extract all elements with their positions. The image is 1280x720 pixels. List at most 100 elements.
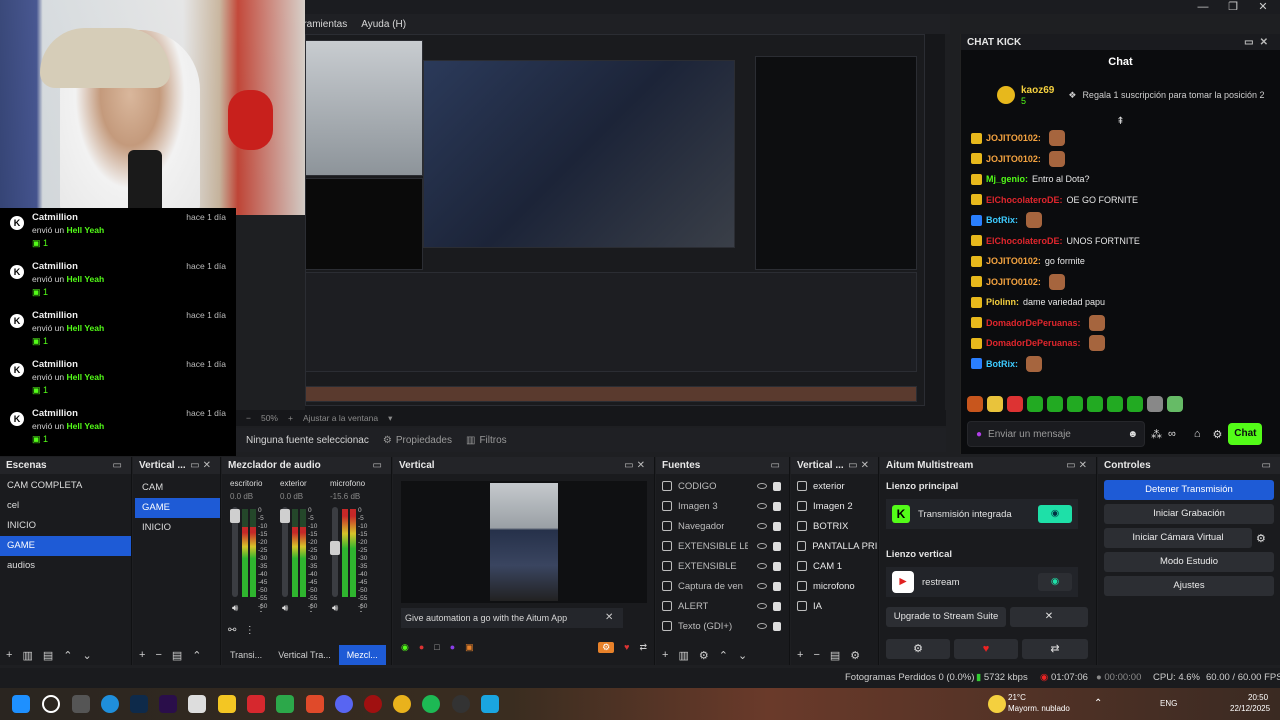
stop-icon[interactable]: □: [434, 642, 439, 652]
vertical-output-toggle[interactable]: ◉: [1038, 573, 1072, 591]
source-item[interactable]: IA: [791, 596, 878, 616]
emote[interactable]: [1107, 396, 1123, 412]
premiere-icon[interactable]: [159, 695, 177, 713]
photoshop-icon[interactable]: [130, 695, 148, 713]
menu-tools[interactable]: rramientas: [300, 19, 347, 30]
scene-item[interactable]: cel: [0, 496, 131, 516]
source-item[interactable]: Imagen 2: [791, 496, 878, 516]
dock-float-icon[interactable]: ▭: [1262, 460, 1274, 471]
scene-item[interactable]: audios: [0, 556, 131, 576]
source-item[interactable]: Captura de ven: [656, 576, 789, 596]
volume-slider-handle[interactable]: [330, 541, 340, 555]
chat-username[interactable]: DomadorDePeruanas:: [986, 338, 1081, 348]
lock-icon[interactable]: [773, 581, 781, 591]
brave-icon[interactable]: [306, 695, 324, 713]
chat-message-input[interactable]: ● Enviar un mensaje ☻: [967, 421, 1145, 447]
main-output-toggle[interactable]: ◉: [1038, 505, 1072, 523]
app-icon[interactable]: [247, 695, 265, 713]
move-up-icon[interactable]: ⌃: [63, 649, 72, 662]
source-item[interactable]: microfono: [791, 576, 878, 596]
folder-icon[interactable]: [218, 695, 236, 713]
emote[interactable]: [987, 396, 1003, 412]
vertical-canvas[interactable]: [401, 481, 647, 603]
maximize-button[interactable]: ❐: [1218, 0, 1248, 14]
emote[interactable]: [1127, 396, 1143, 412]
more-icon[interactable]: ⋮: [356, 603, 366, 614]
stream-icon[interactable]: ◉: [401, 642, 409, 653]
move-up-icon[interactable]: ⌃: [719, 649, 728, 662]
source-item[interactable]: Navegador: [656, 516, 789, 536]
visibility-icon[interactable]: [757, 583, 767, 589]
more-icon[interactable]: ⋮: [306, 603, 316, 614]
dock-float-icon[interactable]: ▭: [373, 460, 385, 471]
emote[interactable]: [1087, 396, 1103, 412]
chevron-down-icon[interactable]: ▾: [388, 413, 392, 424]
visibility-icon[interactable]: [757, 563, 767, 569]
visibility-icon[interactable]: [757, 503, 767, 509]
filter-icon[interactable]: ▤: [830, 649, 840, 662]
emote[interactable]: [1007, 396, 1023, 412]
trash-icon[interactable]: ▥: [678, 649, 688, 662]
start-recording-button[interactable]: Iniciar Grabación: [1104, 504, 1274, 524]
remove-icon[interactable]: −: [155, 649, 161, 661]
users-icon[interactable]: ⁂: [1151, 428, 1162, 441]
minimize-button[interactable]: —: [1188, 0, 1218, 14]
visibility-icon[interactable]: [757, 543, 767, 549]
visibility-icon[interactable]: [757, 483, 767, 489]
volume-slider-handle[interactable]: [280, 509, 290, 523]
lock-icon[interactable]: [773, 521, 781, 531]
move-down-icon[interactable]: ⌄: [738, 649, 747, 662]
lock-icon[interactable]: [773, 541, 781, 551]
source-item[interactable]: CODIGO: [656, 476, 789, 496]
start-virtual-camera-button[interactable]: Iniciar Cámara Virtual: [1104, 528, 1252, 548]
pinned-sub-goal[interactable]: kaoz69 5 ❖ Regala 1 suscripción para tom…: [969, 78, 1272, 112]
emote[interactable]: [1047, 396, 1063, 412]
gear-icon[interactable]: ⚙: [699, 649, 709, 662]
chat-username[interactable]: BotRix:: [986, 359, 1018, 369]
heart-icon[interactable]: ♥: [954, 639, 1018, 659]
close-button[interactable]: ✕: [1248, 0, 1278, 14]
volume-slider-handle[interactable]: [230, 509, 240, 523]
vertical-scene-item[interactable]: GAME: [135, 498, 220, 518]
dock-controls[interactable]: ▭✕: [190, 460, 214, 471]
language-indicator[interactable]: ENG: [1160, 699, 1177, 708]
chat-username[interactable]: BotRix:: [986, 215, 1018, 225]
emote[interactable]: [1027, 396, 1043, 412]
trash-icon[interactable]: ▥: [22, 649, 32, 662]
source-item[interactable]: EXTENSIBLE: [656, 556, 789, 576]
scene-item[interactable]: INICIO: [0, 516, 131, 536]
scene-item[interactable]: CAM COMPLETA: [0, 476, 131, 496]
source-item[interactable]: BOTRIX: [791, 516, 878, 536]
speaker-icon[interactable]: 🔊︎: [282, 603, 288, 614]
close-banner-button[interactable]: ✕: [605, 608, 613, 628]
chrome-icon[interactable]: [393, 695, 411, 713]
add-icon[interactable]: +: [797, 649, 803, 661]
store-icon[interactable]: [188, 695, 206, 713]
gear-icon[interactable]: ⚙: [886, 639, 950, 659]
chat-username[interactable]: ElChocolateroDE:: [986, 195, 1063, 205]
visibility-icon[interactable]: [757, 623, 767, 629]
add-icon[interactable]: +: [662, 649, 668, 661]
tab-vertical-transitions[interactable]: Vertical Tra...: [270, 650, 339, 660]
source-item[interactable]: PANTALLA PRIN: [791, 536, 878, 556]
menu-help[interactable]: Ayuda (H): [361, 19, 406, 30]
spotify-icon[interactable]: [422, 695, 440, 713]
settings-button[interactable]: Ajustes: [1104, 576, 1274, 596]
properties-button[interactable]: ⚙ Propiedades: [383, 435, 452, 446]
source-item[interactable]: Imagen 3: [656, 496, 789, 516]
search-icon[interactable]: [42, 695, 60, 713]
speaker-icon[interactable]: 🔊︎: [332, 603, 338, 614]
windows-start-icon[interactable]: [12, 695, 30, 713]
upgrade-button[interactable]: Upgrade to Stream Suite: [886, 607, 1006, 627]
source-item[interactable]: CAM 1: [791, 556, 878, 576]
vertical-scene-item[interactable]: INICIO: [135, 518, 220, 538]
task-view-icon[interactable]: [72, 695, 90, 713]
heart-icon[interactable]: ♥: [624, 642, 629, 652]
chat-username[interactable]: JOJITO0102:: [986, 277, 1041, 287]
dock-controls[interactable]: ▭✕: [1066, 460, 1090, 471]
store-icon[interactable]: ⌂: [1194, 428, 1201, 440]
filters-button[interactable]: ▥ Filtros: [466, 435, 507, 446]
chat-username[interactable]: Mj_genio:: [986, 174, 1028, 184]
source-item[interactable]: EXTENSIBLE LE: [656, 536, 789, 556]
source-item[interactable]: exterior: [791, 476, 878, 496]
